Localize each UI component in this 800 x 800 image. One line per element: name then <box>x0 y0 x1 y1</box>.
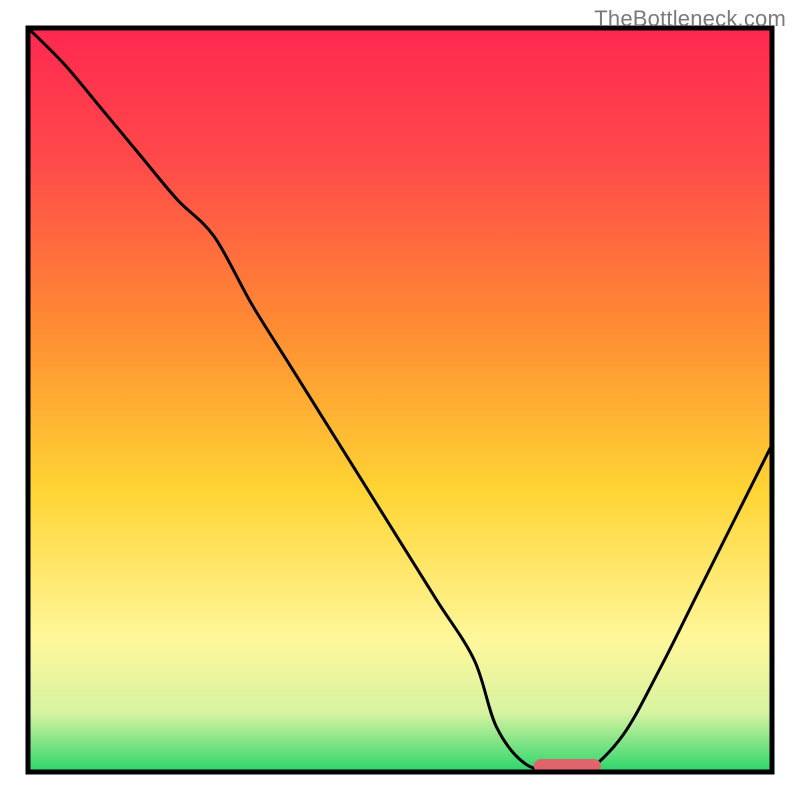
bottleneck-chart: TheBottleneck.com <box>0 0 800 800</box>
plot-background <box>28 28 772 772</box>
chart-svg <box>0 0 800 800</box>
watermark-text: TheBottleneck.com <box>594 6 786 32</box>
